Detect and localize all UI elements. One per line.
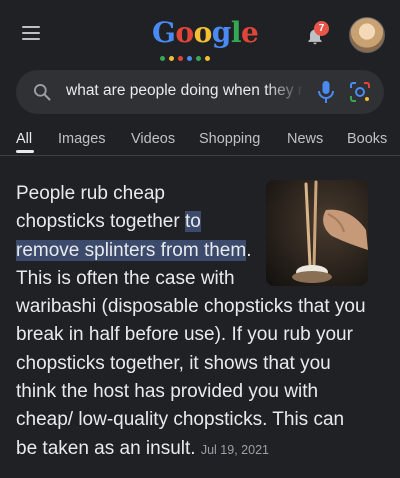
search-bar[interactable]: what are people doing when they rub chop… xyxy=(16,70,384,114)
doodle-decoration xyxy=(160,48,240,61)
account-avatar[interactable] xyxy=(349,17,385,53)
tab-videos[interactable]: Videos xyxy=(131,131,175,147)
tabs-divider xyxy=(0,155,400,156)
featured-snippet: People rub cheap chopsticks together to … xyxy=(16,180,368,464)
active-tab-indicator xyxy=(16,150,34,153)
notification-count-badge: 7 xyxy=(314,21,329,36)
logo-letter: e xyxy=(241,16,259,49)
snippet-date: Jul 19, 2021 xyxy=(200,442,269,457)
snippet-text: People rub cheap chopsticks together xyxy=(16,183,185,233)
tab-all[interactable]: All xyxy=(16,131,32,147)
logo-letter: G xyxy=(152,16,176,49)
voice-search-mic-icon[interactable] xyxy=(316,80,336,104)
google-doodle-logo[interactable]: Google xyxy=(152,16,259,49)
hamburger-menu-icon[interactable] xyxy=(22,26,40,40)
google-lens-camera-icon[interactable] xyxy=(348,80,372,104)
logo-letter: g xyxy=(211,16,232,49)
top-bar: Google 7 xyxy=(0,0,400,66)
search-tabs: All Images Videos Shopping News Books xyxy=(0,128,400,158)
search-input[interactable]: what are people doing when they rub chop… xyxy=(66,82,304,100)
logo-letter: l xyxy=(230,16,242,49)
tab-images[interactable]: Images xyxy=(58,131,106,147)
tab-shopping[interactable]: Shopping xyxy=(199,131,260,147)
chopsticks-thumbnail-image[interactable] xyxy=(266,180,368,286)
logo-letter: o xyxy=(175,16,194,49)
tab-books[interactable]: Books xyxy=(347,131,387,147)
search-icon xyxy=(34,84,51,101)
logo-letter: o xyxy=(193,16,213,49)
tab-news[interactable]: News xyxy=(287,131,323,147)
